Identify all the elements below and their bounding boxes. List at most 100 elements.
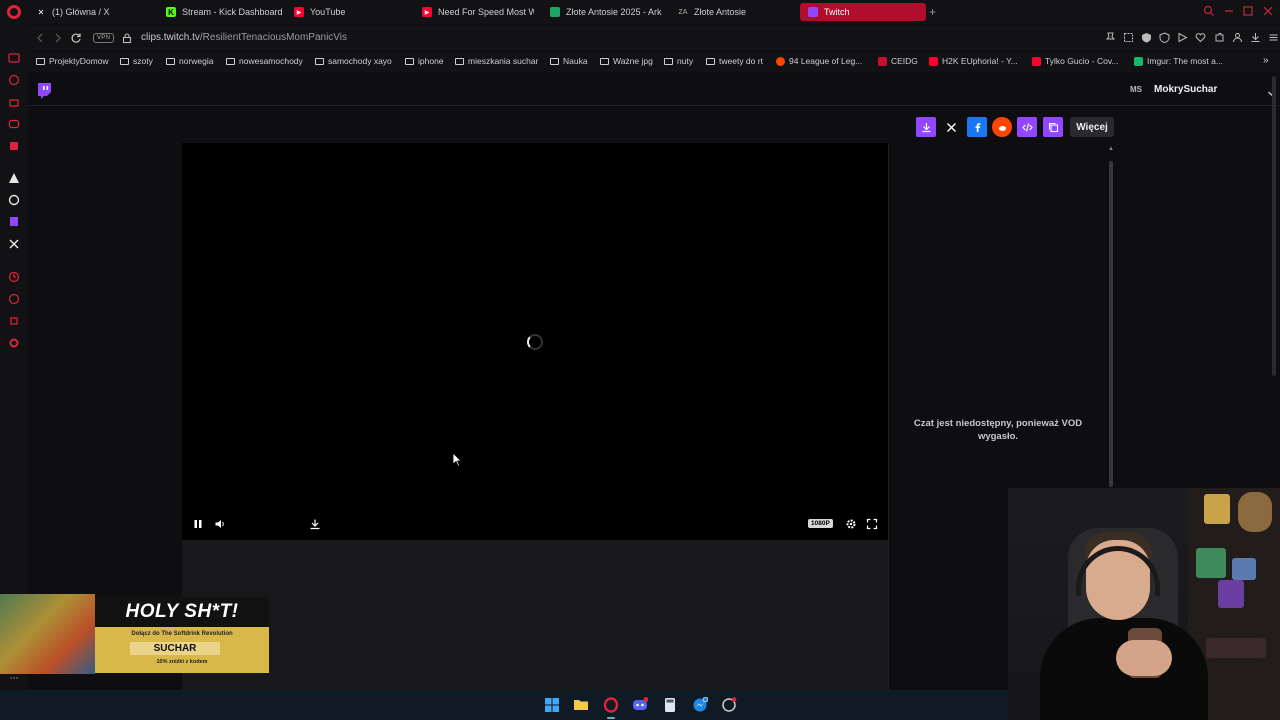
bookmark-site[interactable]: Imgur: The most a... <box>1134 56 1223 66</box>
bookmark-folder[interactable]: szoty <box>120 56 153 66</box>
file-explorer-icon[interactable] <box>573 697 589 713</box>
messenger-sidebar-icon[interactable] <box>8 52 20 64</box>
bookmark-folder[interactable]: nuty <box>664 56 693 66</box>
tab-x[interactable]: ✕ (1) Główna / X <box>36 3 154 21</box>
bookmark-label: tweety do rt <box>719 56 763 66</box>
screen: ✕ (1) Główna / X K Stream - Kick Dashboa… <box>0 0 1280 720</box>
bookmark-folder[interactable]: ProjektyDomow <box>36 56 109 66</box>
minimize-icon[interactable] <box>1223 5 1235 17</box>
webcam-overlay <box>1008 488 1280 720</box>
x-sidebar-icon[interactable] <box>8 238 20 250</box>
aria-sidebar-icon[interactable] <box>8 172 20 184</box>
forward-icon[interactable] <box>52 32 64 44</box>
reload-icon[interactable] <box>70 32 82 44</box>
opera-logo-icon[interactable] <box>7 5 21 19</box>
bookmark-site[interactable]: H2K EUphoria! - Y... <box>929 56 1018 66</box>
video-player[interactable]: 1080P <box>182 143 888 540</box>
share-x-button[interactable] <box>941 117 961 137</box>
bookmark-folder[interactable]: nowesamochody <box>226 56 303 66</box>
adblock-icon[interactable] <box>1141 32 1152 43</box>
tab-twitch[interactable]: Twitch <box>800 3 926 21</box>
user-menu[interactable]: MS MokrySuchar <box>1120 82 1280 100</box>
twitch-sidebar-icon[interactable] <box>8 216 20 228</box>
chatgpt-sidebar-icon[interactable] <box>8 194 20 206</box>
bookmark-folder[interactable]: samochody xayo <box>315 56 392 66</box>
bookmark-site[interactable]: Tylko Gucio - Cov... <box>1032 56 1119 66</box>
windows-start-icon[interactable] <box>544 697 560 713</box>
clock-sidebar-icon[interactable] <box>8 271 20 283</box>
chat-scrollbar[interactable] <box>1109 161 1113 487</box>
pin-icon[interactable] <box>1105 32 1116 43</box>
extensions-sidebar-icon[interactable] <box>8 315 20 327</box>
back-icon[interactable] <box>34 32 46 44</box>
search-tabs-icon[interactable] <box>1203 5 1215 17</box>
tab-nfs[interactable]: ▶ Need For Speed Most Wa <box>422 3 534 21</box>
bookmarks-overflow-button[interactable]: » <box>1263 55 1269 66</box>
app-icon[interactable] <box>721 697 737 713</box>
calculator-icon[interactable] <box>662 697 678 713</box>
tab-label: Twitch <box>824 7 850 17</box>
imgur-icon <box>1134 56 1143 66</box>
bookmark-label: Imgur: The most a... <box>1147 56 1223 66</box>
page-scrollbar[interactable] <box>1272 76 1276 376</box>
tab-kick[interactable]: K Stream - Kick Dashboard <box>166 3 286 21</box>
lock-icon[interactable] <box>121 32 133 44</box>
menu-icon[interactable] <box>1268 32 1279 43</box>
chat-sidebar-icon[interactable] <box>8 118 20 130</box>
copy-link-button[interactable] <box>1043 117 1063 137</box>
bookmark-label: Nauka <box>563 56 588 66</box>
bookmark-folder[interactable]: Ważne jpg <box>600 56 653 66</box>
heart-icon[interactable] <box>1195 32 1206 43</box>
bookmark-folder[interactable]: mieszkania suchar <box>455 56 538 66</box>
new-tab-button[interactable]: + <box>929 5 936 19</box>
share-facebook-button[interactable] <box>967 117 987 137</box>
bookmark-label: Ważne jpg <box>613 56 653 66</box>
bookmark-site[interactable]: CEIDG <box>878 56 918 66</box>
bookmark-folder[interactable]: tweety do rt <box>706 56 763 66</box>
history-sidebar-icon[interactable] <box>8 74 20 86</box>
youtube-icon <box>929 56 938 66</box>
bookmark-label: iphone <box>418 56 444 66</box>
discord-icon[interactable] <box>632 697 648 713</box>
settings-gear-icon[interactable] <box>845 518 857 530</box>
quality-badge[interactable]: 1080P <box>808 519 833 528</box>
tab-zlote-antosie[interactable]: ZA Złote Antosie <box>678 3 796 21</box>
opera-sidebar <box>0 0 28 690</box>
fullscreen-icon[interactable] <box>866 518 878 530</box>
extensions-icon[interactable] <box>1214 32 1225 43</box>
music-sidebar-icon[interactable] <box>8 140 20 152</box>
bookmark-label: samochody xayo <box>328 56 392 66</box>
url-field[interactable]: clips.twitch.tv/ResilientTenaciousMomPan… <box>141 32 347 43</box>
snapshot-icon[interactable] <box>1123 32 1134 43</box>
bookmark-folder[interactable]: norwegia <box>166 56 214 66</box>
maximize-icon[interactable] <box>1242 5 1254 17</box>
tab-youtube[interactable]: ▶ YouTube <box>294 3 412 21</box>
messenger-icon[interactable] <box>692 697 708 713</box>
opera-taskbar-icon[interactable] <box>603 697 619 713</box>
scroll-up-icon[interactable]: ▲ <box>1108 146 1114 152</box>
bookmark-folder[interactable]: iphone <box>405 56 444 66</box>
shield-icon[interactable] <box>1159 32 1170 43</box>
volume-button[interactable] <box>214 518 226 530</box>
bookmark-site[interactable]: 94 League of Leg... <box>776 56 862 66</box>
folder-icon <box>36 57 45 65</box>
embed-code-button[interactable] <box>1017 117 1037 137</box>
vpn-badge[interactable]: VPN <box>93 33 115 43</box>
downloads-sidebar-icon[interactable] <box>8 293 20 305</box>
download-clip-icon[interactable] <box>309 518 321 530</box>
wallet-sidebar-icon[interactable] <box>8 96 20 108</box>
share-reddit-button[interactable] <box>992 117 1012 137</box>
play-icon[interactable] <box>1177 32 1188 43</box>
tab-sheets[interactable]: Złote Antosie 2025 - Ark <box>550 3 662 21</box>
bookmark-folder[interactable]: Nauka <box>550 56 588 66</box>
folder-icon <box>600 57 609 65</box>
download-clip-button[interactable] <box>916 117 936 137</box>
settings-sidebar-icon[interactable] <box>8 337 20 349</box>
profile-icon[interactable] <box>1232 32 1243 43</box>
pause-button[interactable] <box>192 518 204 530</box>
twitch-logo-icon[interactable] <box>37 82 52 99</box>
more-button[interactable]: Więcej <box>1070 117 1114 137</box>
bookmark-label: CEIDG <box>891 56 918 66</box>
download-icon[interactable] <box>1250 32 1261 43</box>
close-window-icon[interactable] <box>1262 5 1274 17</box>
